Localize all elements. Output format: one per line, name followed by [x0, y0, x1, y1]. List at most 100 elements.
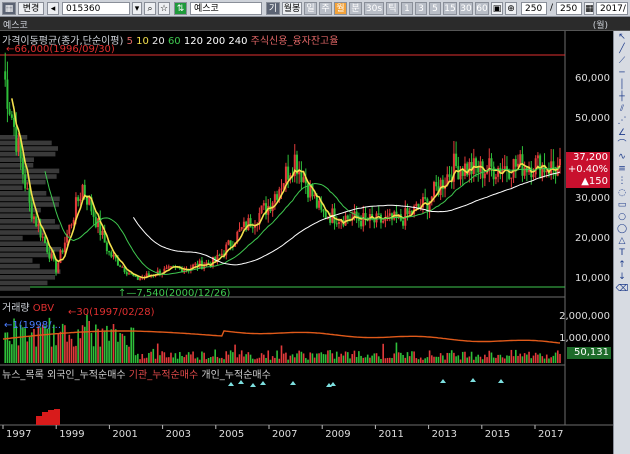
stock-name-field[interactable]: 예스코 — [190, 2, 262, 15]
zoom-right-input[interactable]: 250 — [556, 2, 582, 15]
volume-bar — [437, 356, 440, 363]
volume-bar — [183, 357, 186, 363]
zoom-icon[interactable]: ⊕ — [505, 2, 517, 15]
zoom-left-input[interactable]: 250 — [521, 2, 547, 15]
code-dropdown-icon[interactable]: ▾ — [132, 2, 142, 15]
volume-profile-bar — [0, 207, 41, 213]
date-input[interactable]: 2017/ — [596, 2, 628, 15]
volume-profile-bar — [0, 163, 34, 168]
count-30-button[interactable]: 30 — [459, 2, 473, 15]
volume-bar — [382, 343, 384, 363]
investor-markers — [36, 378, 504, 425]
candle-body — [273, 194, 276, 203]
stock-code-input[interactable]: 015360 — [62, 2, 130, 15]
fan-icon[interactable]: ⋰ — [616, 116, 629, 127]
volume-bar — [466, 357, 468, 363]
candle-body — [30, 202, 33, 220]
calendar-icon[interactable]: ▦ — [584, 2, 594, 15]
volume-bar — [506, 355, 508, 363]
triangle-icon[interactable]: △ — [616, 236, 629, 247]
period-button-label: 기 — [268, 4, 278, 14]
gann-icon[interactable]: ⋮ — [616, 176, 629, 187]
x-axis-year-label: 2013 — [431, 429, 458, 440]
period-minute-tab[interactable]: 분 — [349, 2, 362, 15]
period-tick-tab[interactable]: 틱 — [386, 2, 399, 15]
candle-body — [125, 272, 128, 275]
candle-body — [50, 254, 53, 259]
news-label: 뉴스_목록 — [2, 370, 44, 381]
volume-bar — [377, 356, 380, 363]
ray-icon[interactable]: ⟋ — [616, 56, 629, 67]
chart-settings-icon[interactable]: ▣ — [491, 2, 503, 15]
candle-body — [8, 108, 11, 115]
volume-bar — [216, 356, 219, 363]
fibo-icon[interactable]: ≡ — [616, 164, 629, 175]
volume-bar — [490, 352, 493, 363]
price-axis-label: 50,000 — [575, 113, 610, 124]
volume-bar — [148, 353, 150, 363]
volume-bar — [514, 349, 517, 363]
cross-icon[interactable]: ┼ — [616, 92, 629, 103]
chart-period-label: (월) — [592, 21, 608, 31]
eraser-icon[interactable]: ⌫ — [616, 284, 629, 295]
count-3-button[interactable]: 3 — [415, 2, 427, 15]
volume-bar — [373, 353, 376, 363]
volume-bar — [305, 358, 307, 363]
volume-bar — [289, 355, 292, 363]
period-30s-tab[interactable]: 30s — [364, 2, 384, 15]
period-label: 틱 — [388, 4, 397, 14]
channel-icon[interactable]: ⫽ — [616, 104, 629, 115]
candle-body — [455, 153, 458, 167]
candle-body — [61, 250, 64, 253]
arc-icon[interactable]: ⌒ — [616, 140, 629, 151]
period-day-tab[interactable]: 일 — [304, 2, 317, 15]
cycle-icon[interactable]: ◌ — [616, 188, 629, 199]
volume-bar — [170, 352, 172, 363]
candle-body — [262, 203, 265, 206]
volume-bar — [108, 340, 110, 363]
volume-bar — [559, 353, 561, 363]
volume-legend-title: 거래량 — [2, 303, 30, 314]
chart-type-icon[interactable]: ▦ — [2, 2, 16, 15]
cursor-icon[interactable]: ↖ — [616, 32, 629, 43]
count-15-button[interactable]: 15 — [443, 2, 457, 15]
rectangle-icon[interactable]: ▭ — [616, 200, 629, 211]
count-60-button[interactable]: 60 — [475, 2, 489, 15]
circle-icon[interactable]: ○ — [616, 212, 629, 223]
arrow-down-icon[interactable]: ↓ — [616, 272, 629, 283]
volume-bar — [152, 348, 155, 363]
text-icon[interactable]: T — [616, 248, 629, 259]
volume-bar — [457, 355, 460, 363]
arrow-up-icon[interactable]: ↑ — [616, 260, 629, 271]
count-5-button[interactable]: 5 — [429, 2, 441, 15]
trendline-icon[interactable]: ╱ — [616, 44, 629, 55]
volume-bar — [234, 344, 236, 363]
ellipse-icon[interactable]: ◯ — [616, 224, 629, 235]
volume-bar — [329, 350, 331, 363]
vline-icon[interactable]: │ — [616, 80, 629, 91]
volume-bar — [501, 357, 504, 363]
hline-icon[interactable]: ─ — [616, 68, 629, 79]
volume-bar — [68, 334, 71, 363]
volume-bar — [324, 354, 327, 363]
group-toggle-icon[interactable]: ⇅ — [174, 2, 187, 15]
chart-canvas[interactable] — [0, 31, 613, 454]
chart-area[interactable]: 가격이동평균(종가,단순이평) 5 10 20 60 120 200 240 주… — [0, 31, 613, 454]
volume-bar — [296, 353, 298, 363]
angle-icon[interactable]: ∠ — [616, 128, 629, 139]
candle-body — [13, 117, 16, 127]
period-label: 30s — [365, 4, 383, 14]
period-monthly-tab[interactable]: 월봉 — [282, 2, 302, 15]
candle-body — [532, 174, 535, 178]
favorite-icon[interactable]: ☆ — [158, 2, 170, 15]
volume-bar — [287, 359, 289, 363]
search-icon[interactable]: ⌕ — [144, 2, 156, 15]
period-month-tab[interactable]: 월 — [334, 2, 347, 15]
code-type-dropdown[interactable]: 변경 — [18, 2, 44, 15]
count-1-button[interactable]: 1 — [401, 2, 413, 15]
volume-bar — [212, 356, 214, 363]
period-week-tab[interactable]: 주 — [319, 2, 332, 15]
prev-icon[interactable]: ◂ — [47, 2, 59, 15]
period-button[interactable]: 기 — [266, 2, 280, 15]
wave-icon[interactable]: ∿ — [616, 152, 629, 163]
